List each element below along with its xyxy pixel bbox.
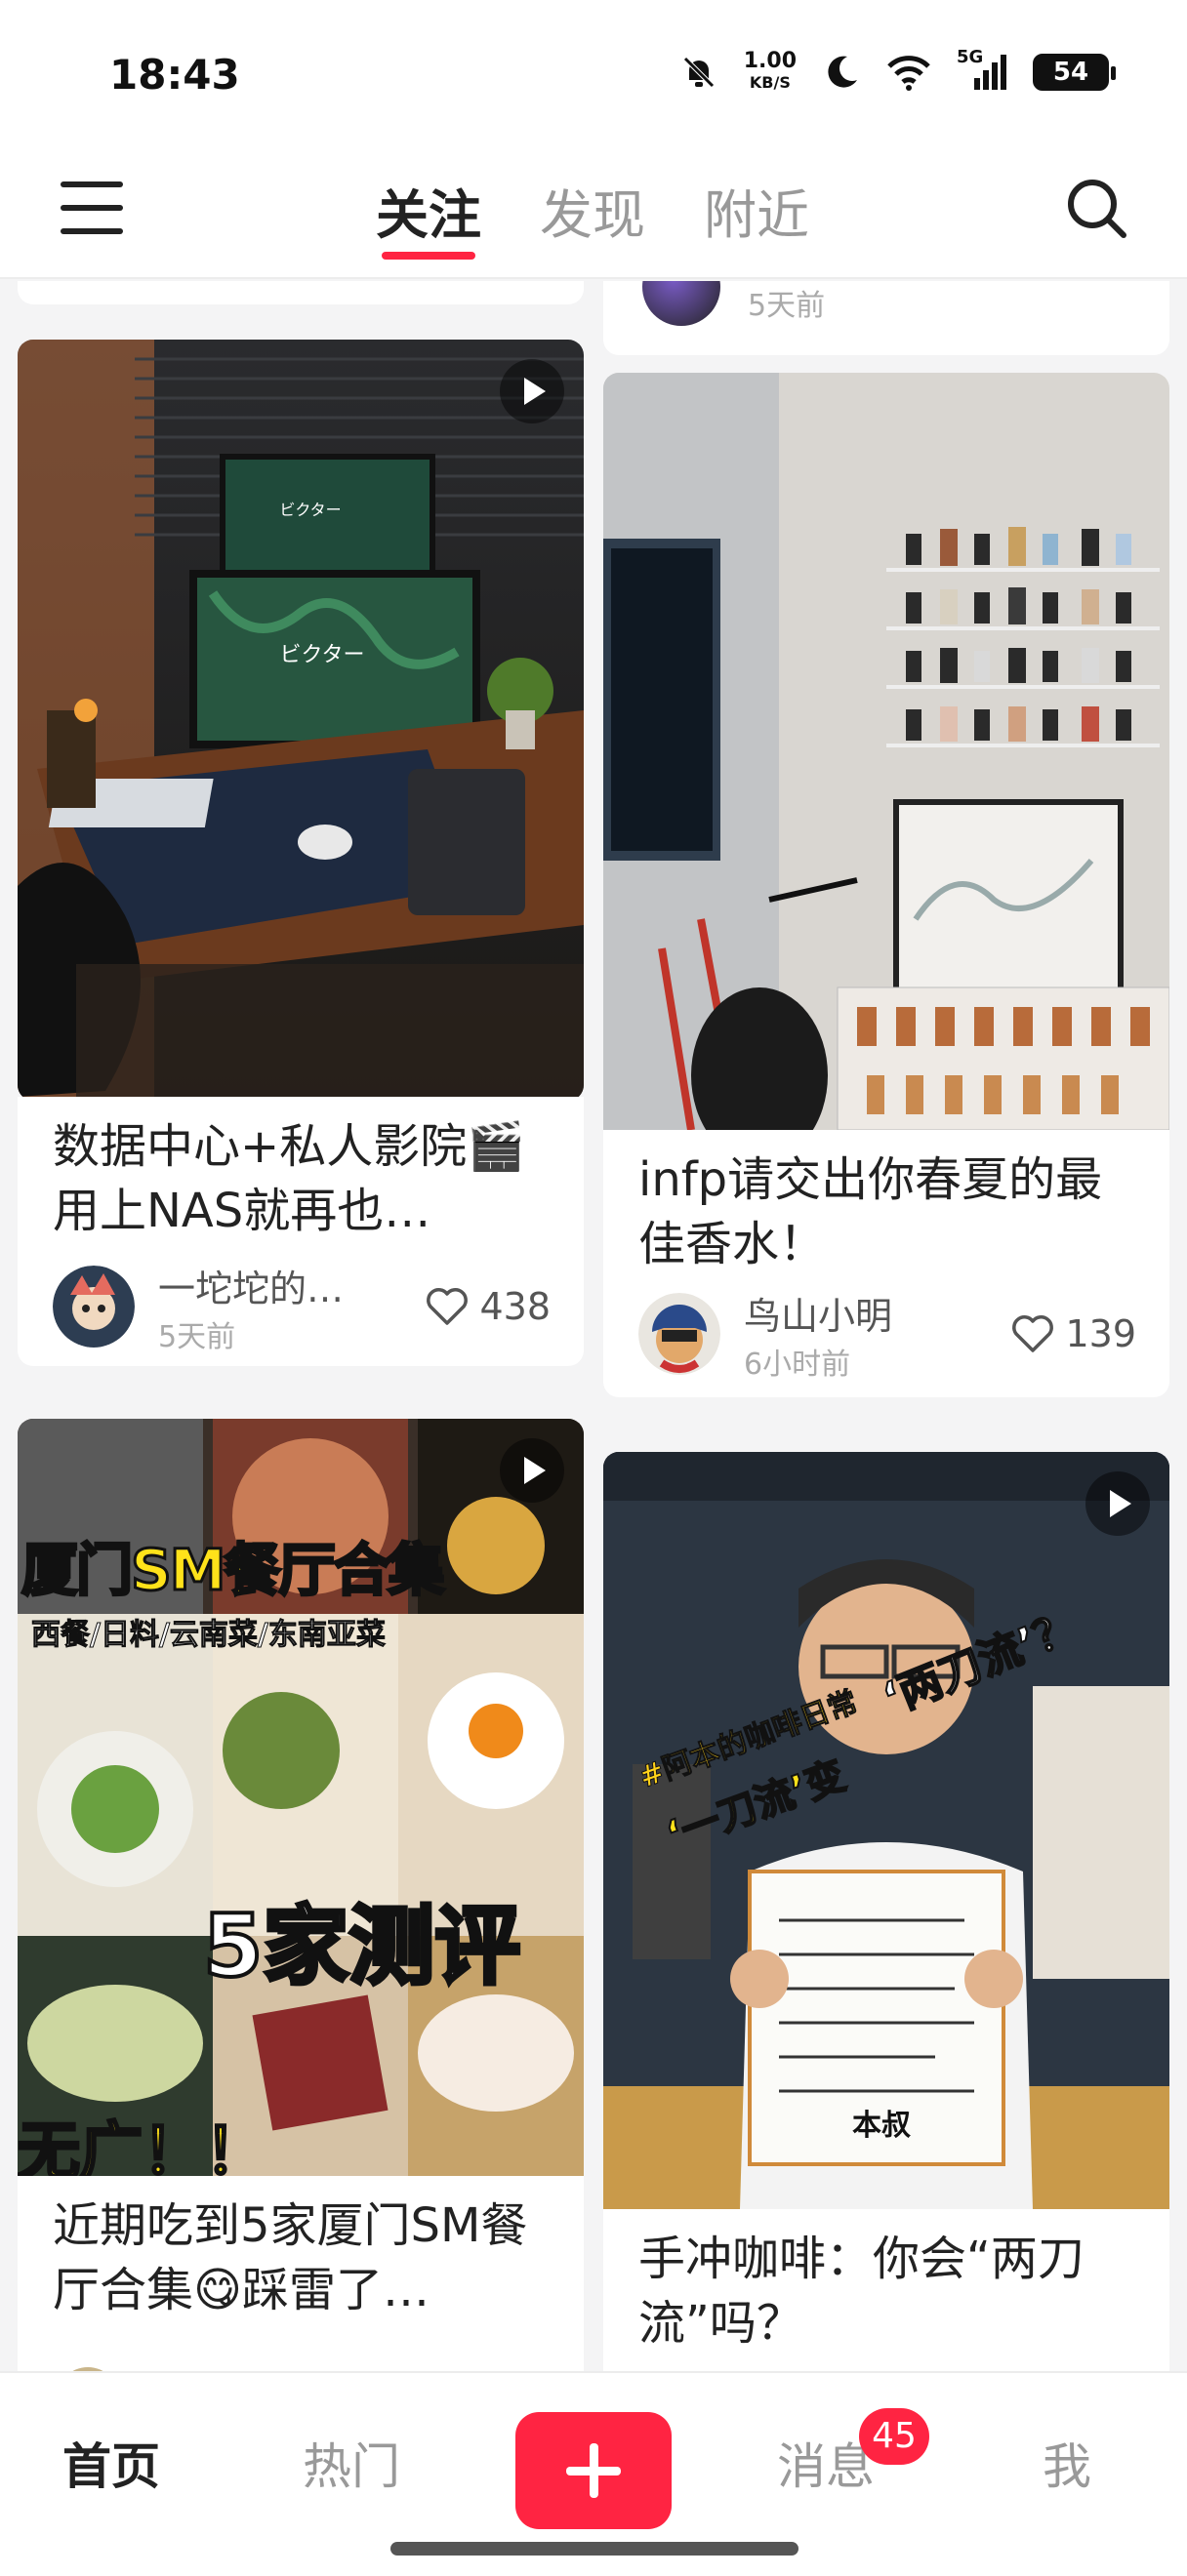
card-title[interactable]: 数据中心+私人影院🎬用上NAS就再也… — [18, 1097, 584, 1243]
nav-home[interactable]: 首页 — [62, 2428, 160, 2498]
note-card[interactable]: infp请交出你春夏的最佳香水！ 鸟山小明 6小时前 139 — [603, 373, 1169, 1397]
card-title[interactable]: 手冲咖啡：你会“两刀流”吗？ — [603, 2209, 1169, 2355]
author-name[interactable]: 鸟山小明 — [744, 1286, 1010, 1340]
avatar[interactable] — [638, 1293, 720, 1375]
note-card[interactable]: #阿本的咖啡日常 ‘一刀流’变 ‘两刀流’？ 本叔 手冲咖啡：你会“两刀流”吗？ — [603, 1452, 1169, 2371]
overlay-big: 5家测评 — [201, 1894, 522, 1998]
avatar[interactable] — [53, 1266, 135, 1348]
overlay-tag: 无广！！ — [18, 2115, 269, 2177]
like-count: 438 — [479, 1285, 551, 1328]
video-play-icon — [500, 359, 564, 423]
post-time: 5天前 — [158, 1319, 236, 1354]
tab-discover[interactable]: 发现 — [540, 172, 645, 260]
home-indicator[interactable] — [390, 2542, 798, 2556]
post-time: 6小时前 — [744, 1347, 851, 1382]
card-cover — [603, 373, 1169, 1130]
overlay-subline: 西餐/日料/云南菜/东南亚菜 — [31, 1618, 387, 1653]
partial-card-right[interactable]: 5天前 — [603, 281, 1169, 355]
card-time: 5天前 — [748, 289, 826, 323]
like-button[interactable]: 438 — [425, 1285, 551, 1328]
tab-following[interactable]: 关注 — [376, 172, 481, 260]
card-cover: #阿本的咖啡日常 ‘一刀流’变 ‘两刀流’？ 本叔 — [603, 1452, 1169, 2209]
feed[interactable]: 5天前 ビクター ビクター 数据中心+私人影院🎬用上NAS就再也… 一坨坨的… … — [0, 281, 1187, 2371]
net-speed: 1.00 KB/S — [743, 49, 797, 93]
heart-icon — [427, 1288, 469, 1325]
publish-button[interactable] — [515, 2412, 672, 2529]
author-info: 一坨坨的… 5天前 — [158, 1259, 425, 1355]
nav-hot[interactable]: 热门 — [303, 2428, 400, 2498]
top-navigation: 关注 发现 附近 — [0, 146, 1187, 279]
svg-text:ビクター: ビクター — [279, 643, 364, 667]
messages-badge: 45 — [859, 2408, 929, 2465]
svg-text:ビクター: ビクター — [279, 501, 341, 519]
menu-icon[interactable] — [61, 181, 123, 238]
heart-icon — [1012, 1315, 1054, 1352]
note-card[interactable]: ビクター ビクター — [18, 340, 584, 1101]
desk-setup-image: ビクター ビクター — [18, 340, 584, 1097]
note-card[interactable]: 厦门SM餐厅合集 西餐/日料/云南菜/东南亚菜 5家测评 无广！！ 近期吃到5家… — [18, 1419, 584, 2371]
status-bar: 18:43 1.00 KB/S 5G 54 — [0, 0, 1187, 146]
moon-icon — [828, 56, 857, 88]
card-title[interactable]: 近期吃到5家厦门SM餐厅合集😋踩雷了… — [18, 2176, 584, 2322]
status-icons: 1.00 KB/S 5G 54 — [679, 47, 1116, 94]
search-icon[interactable] — [1064, 176, 1128, 240]
overlay-headline: 厦门SM餐厅合集 — [20, 1536, 446, 1605]
like-button[interactable]: 139 — [1010, 1312, 1136, 1355]
mute-bell-icon — [682, 57, 715, 88]
card-title[interactable]: infp请交出你春夏的最佳香水！ — [603, 1130, 1169, 1276]
battery-icon: 54 — [1033, 54, 1116, 91]
author-info: 鸟山小明 6小时前 — [744, 1286, 1010, 1383]
video-play-icon — [1085, 1471, 1150, 1536]
wifi-icon — [887, 56, 930, 91]
tab-nearby[interactable]: 附近 — [704, 172, 809, 260]
signal-icon: 5G — [957, 47, 1007, 92]
card-meta: 鸟山小明 6小时前 139 — [638, 1290, 1136, 1382]
perfume-shelf-image — [603, 373, 1169, 1130]
card-meta: 一坨坨的… 5天前 438 — [53, 1263, 551, 1354]
status-time: 18:43 — [109, 51, 240, 99]
video-play-icon — [500, 1438, 564, 1503]
partial-card-left[interactable] — [18, 281, 584, 304]
nav-me[interactable]: 我 — [1043, 2428, 1091, 2498]
avatar — [642, 281, 720, 326]
card-cover: 厦门SM餐厅合集 西餐/日料/云南菜/东南亚菜 5家测评 无广！！ — [18, 1419, 584, 2176]
overlay-sign: 本叔 — [852, 2109, 911, 2143]
author-name[interactable]: 一坨坨的… — [158, 1259, 425, 1312]
card-text-1[interactable]: 数据中心+私人影院🎬用上NAS就再也… 一坨坨的… 5天前 438 — [18, 1097, 584, 1366]
like-count: 139 — [1065, 1312, 1136, 1355]
feed-tabs: 关注 发现 附近 — [376, 172, 809, 260]
card-cover: ビクター ビクター — [18, 340, 584, 1097]
